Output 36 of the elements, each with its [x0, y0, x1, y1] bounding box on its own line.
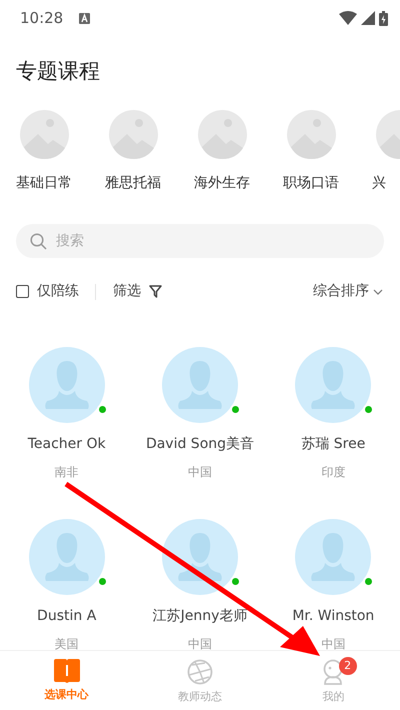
sort-dropdown[interactable]: 综合排序 — [312, 280, 384, 303]
teacher-name[interactable]: Mr. Winston — [292, 606, 374, 626]
placeholder-image-icon[interactable] — [198, 110, 247, 158]
teacher-name[interactable]: David Song美音 — [146, 434, 254, 454]
teacher-country: 印度 — [321, 464, 346, 480]
category-label[interactable]: 兴 — [372, 172, 400, 194]
notification-icon — [79, 12, 90, 24]
teacher-country: 中国 — [188, 636, 212, 652]
placeholder-image-icon[interactable] — [109, 110, 158, 158]
battery-icon — [379, 10, 388, 26]
book-icon — [52, 659, 82, 683]
teacher-name[interactable]: Dustin A — [37, 606, 96, 626]
teacher-country: 中国 — [188, 464, 212, 480]
teacher-name[interactable]: 江苏Jenny老师 — [152, 606, 248, 626]
teacher-name[interactable]: Teacher Ok — [28, 434, 106, 454]
teacher-country: 中国 — [321, 636, 346, 652]
placeholder-image-icon[interactable] — [20, 110, 69, 158]
signal-icon — [361, 11, 375, 25]
placeholder-image-icon[interactable] — [287, 110, 336, 158]
category-label[interactable]: 职场口语 — [283, 172, 340, 194]
category-label[interactable]: 雅思托福 — [105, 172, 162, 194]
notification-badge: 2 — [338, 657, 357, 675]
only-practice-checkbox[interactable]: 仅陪练 — [16, 281, 79, 302]
funnel-icon — [149, 285, 162, 298]
search-field[interactable]: 搜索 — [16, 224, 384, 258]
wifi-icon — [339, 11, 357, 25]
avatar[interactable] — [162, 518, 238, 594]
chevron-down-icon — [373, 288, 383, 294]
status-time: 10:28 — [20, 8, 64, 29]
teacher-name[interactable]: 苏瑞 Sree — [301, 434, 366, 454]
page-title: 专题课程 — [16, 58, 101, 85]
filter-button[interactable]: 筛选 — [112, 280, 163, 303]
category-label[interactable]: 基础日常 — [16, 172, 73, 194]
teacher-country: 美国 — [54, 636, 79, 652]
category-label[interactable]: 海外生存 — [194, 172, 251, 194]
teacher-country: 南非 — [54, 464, 79, 480]
